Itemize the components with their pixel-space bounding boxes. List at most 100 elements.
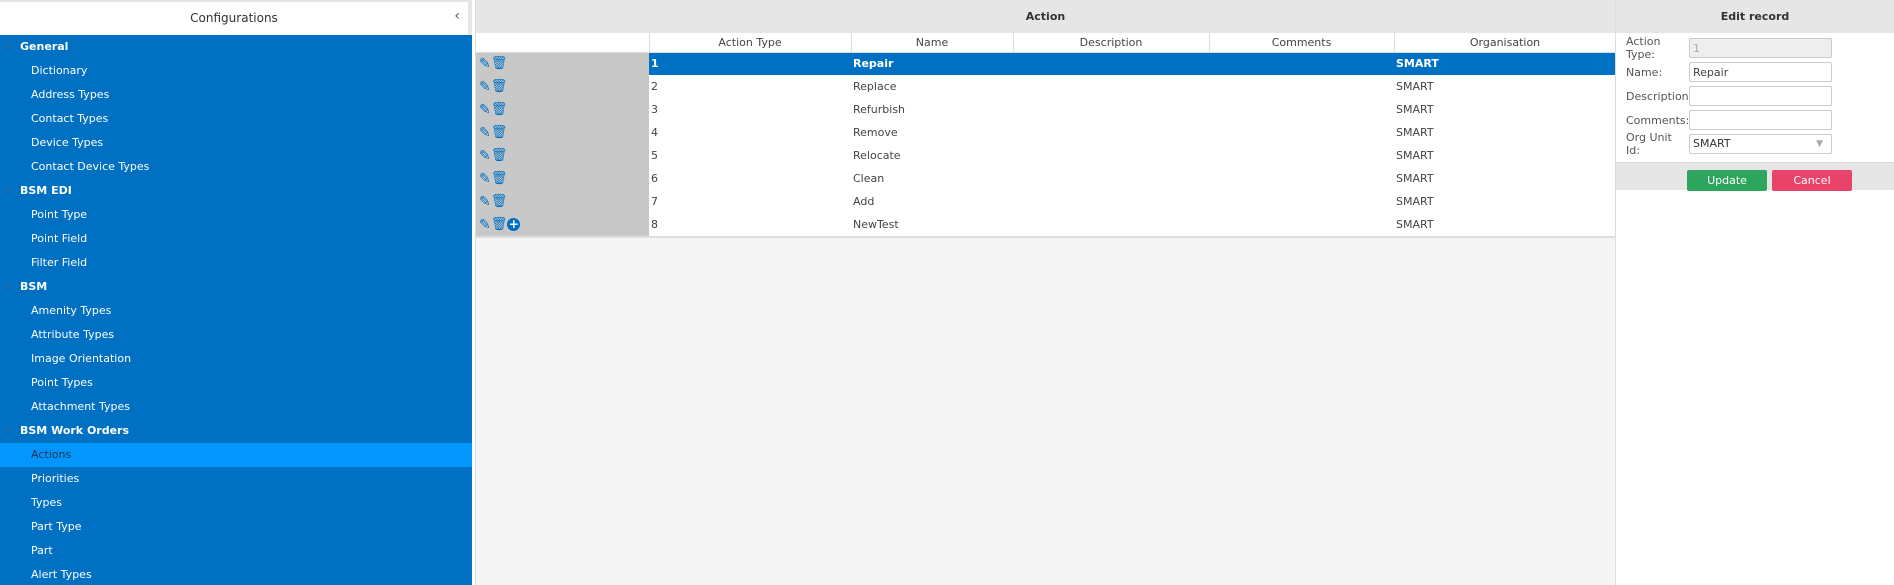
sidebar-group-bsm[interactable]: ∨ BSM — [0, 275, 472, 299]
cell-description — [1013, 121, 1209, 144]
table-row[interactable]: ✎🗑︎ 3 Refurbish SMART — [476, 98, 1616, 121]
chevron-down-icon: ∨ — [6, 43, 13, 53]
row-actions-cell: ✎🗑︎ — [476, 121, 649, 144]
sidebar-item-part[interactable]: Part — [0, 539, 472, 563]
trash-delete-icon[interactable]: 🗑︎ — [491, 56, 508, 71]
org-unit-select[interactable]: SMART ▼ — [1689, 134, 1832, 154]
trash-delete-icon[interactable]: 🗑︎ — [491, 102, 508, 117]
actions-column-header — [476, 33, 650, 53]
cell-description — [1013, 167, 1209, 190]
edit-record-panel: Edit record Action Type: Name: Descripti… — [1615, 0, 1894, 585]
row-actions-cell: ✎🗑︎ — [476, 144, 649, 167]
pencil-edit-icon[interactable]: ✎ — [479, 126, 491, 140]
action-type-input — [1689, 38, 1832, 58]
column-header-name[interactable]: Name — [851, 33, 1014, 53]
cancel-button[interactable]: Cancel — [1772, 170, 1852, 191]
trash-delete-icon[interactable]: 🗑︎ — [491, 79, 508, 94]
cell-organisation: SMART — [1396, 126, 1434, 139]
sidebar-item-priorities[interactable]: Priorities — [0, 467, 472, 491]
sidebar-item-types[interactable]: Types — [0, 491, 472, 515]
action-type-field-row: Action Type: — [1616, 35, 1894, 61]
update-button[interactable]: Update — [1687, 170, 1767, 191]
column-header-action-type[interactable]: Action Type — [649, 33, 852, 53]
sidebar-item-dictionary[interactable]: Dictionary — [0, 59, 472, 83]
sidebar-item-address-types[interactable]: Address Types — [0, 83, 472, 107]
add-plus-icon[interactable]: + — [507, 218, 521, 231]
sidebar-group-label: BSM Work Orders — [20, 424, 130, 437]
sidebar-item-attachment-types[interactable]: Attachment Types — [0, 395, 472, 419]
trash-delete-icon[interactable]: 🗑︎ — [491, 148, 508, 163]
table-row[interactable]: ✎🗑︎ 5 Relocate SMART — [476, 144, 1616, 167]
trash-delete-icon[interactable]: 🗑︎ — [491, 194, 508, 209]
pencil-edit-icon[interactable]: ✎ — [479, 195, 491, 209]
table-row[interactable]: ✎🗑︎ 4 Remove SMART — [476, 121, 1616, 144]
cell-action-type: 4 — [651, 126, 658, 139]
cell-description — [1013, 52, 1209, 75]
sidebar-item-actions[interactable]: Actions — [0, 443, 472, 467]
comments-label: Comments: — [1626, 113, 1690, 127]
sidebar-group-bsm-work-orders[interactable]: ∨ BSM Work Orders — [0, 419, 472, 443]
chevron-left-icon[interactable]: ‹ — [454, 0, 460, 33]
sidebar-item-point-types[interactable]: Point Types — [0, 371, 472, 395]
sidebar-item-contact-device-types[interactable]: Contact Device Types — [0, 155, 472, 179]
sidebar-item-part-type[interactable]: Part Type — [0, 515, 472, 539]
table-row[interactable]: ✎🗑︎ 2 Replace SMART — [476, 75, 1616, 98]
cell-comments — [1209, 167, 1394, 190]
table-row[interactable]: ✎🗑︎ 6 Clean SMART — [476, 167, 1616, 190]
table-header-row: Action Type Name Description Comments Or… — [476, 33, 1617, 53]
cell-name: Refurbish — [853, 103, 906, 116]
cell-name: Relocate — [853, 149, 901, 162]
column-header-organisation[interactable]: Organisation — [1394, 33, 1617, 53]
sidebar-item-device-types[interactable]: Device Types — [0, 131, 472, 155]
cell-action-type: 2 — [651, 80, 658, 93]
row-actions-cell: ✎🗑︎+ — [476, 213, 649, 236]
dropdown-arrow-icon: ▼ — [1816, 139, 1823, 149]
cell-comments — [1209, 144, 1394, 167]
sidebar-item-filter-field[interactable]: Filter Field — [0, 251, 472, 275]
row-actions-cell: ✎🗑︎ — [476, 167, 649, 190]
sidebar-item-contact-types[interactable]: Contact Types — [0, 107, 472, 131]
sidebar-item-point-type[interactable]: Point Type — [0, 203, 472, 227]
column-header-description[interactable]: Description — [1013, 33, 1210, 53]
sidebar-item-amenity-types[interactable]: Amenity Types — [0, 299, 472, 323]
description-input[interactable] — [1689, 86, 1832, 106]
pencil-edit-icon[interactable]: ✎ — [479, 218, 491, 232]
pencil-edit-icon[interactable]: ✎ — [479, 149, 491, 163]
sidebar-group-general[interactable]: ∨ General — [0, 35, 472, 59]
comments-input[interactable] — [1689, 110, 1832, 130]
table-row[interactable]: ✎🗑︎ 1 Repair SMART — [476, 52, 1616, 75]
pencil-edit-icon[interactable]: ✎ — [479, 57, 491, 71]
sidebar-group-bsm-edi[interactable]: ∨ BSM EDI — [0, 179, 472, 203]
chevron-down-icon: ∨ — [6, 427, 13, 437]
column-header-comments[interactable]: Comments — [1209, 33, 1395, 53]
trash-delete-icon[interactable]: 🗑︎ — [491, 217, 508, 232]
description-label: Description: — [1626, 89, 1693, 103]
trash-delete-icon[interactable]: 🗑︎ — [491, 125, 508, 140]
pencil-edit-icon[interactable]: ✎ — [479, 172, 491, 186]
cell-comments — [1209, 52, 1394, 75]
row-actions-cell: ✎🗑︎ — [476, 190, 649, 213]
row-actions-cell: ✎🗑︎ — [476, 52, 649, 75]
cell-description — [1013, 190, 1209, 213]
sidebar-item-image-orientation[interactable]: Image Orientation — [0, 347, 472, 371]
comments-field-row: Comments: — [1616, 108, 1894, 132]
pencil-edit-icon[interactable]: ✎ — [479, 80, 491, 94]
action-table: Action Type Name Description Comments Or… — [476, 33, 1617, 236]
name-input[interactable] — [1689, 62, 1832, 82]
sidebar-group-label: BSM EDI — [20, 184, 72, 197]
table-bottom-border — [476, 236, 1615, 238]
sidebar-item-point-field[interactable]: Point Field — [0, 227, 472, 251]
cell-comments — [1209, 75, 1394, 98]
cell-name: NewTest — [853, 218, 899, 231]
table-row[interactable]: ✎🗑︎+ 8 NewTest SMART — [476, 213, 1616, 236]
pencil-edit-icon[interactable]: ✎ — [479, 103, 491, 117]
trash-delete-icon[interactable]: 🗑︎ — [491, 171, 508, 186]
sidebar-item-attribute-types[interactable]: Attribute Types — [0, 323, 472, 347]
cell-comments — [1209, 121, 1394, 144]
org-unit-value: SMART — [1693, 137, 1731, 150]
table-row[interactable]: ✎🗑︎ 7 Add SMART — [476, 190, 1616, 213]
cell-description — [1013, 75, 1209, 98]
sidebar-item-alert-types[interactable]: Alert Types — [0, 563, 472, 585]
cell-organisation: SMART — [1396, 218, 1434, 231]
grid-title: Action — [476, 0, 1615, 33]
